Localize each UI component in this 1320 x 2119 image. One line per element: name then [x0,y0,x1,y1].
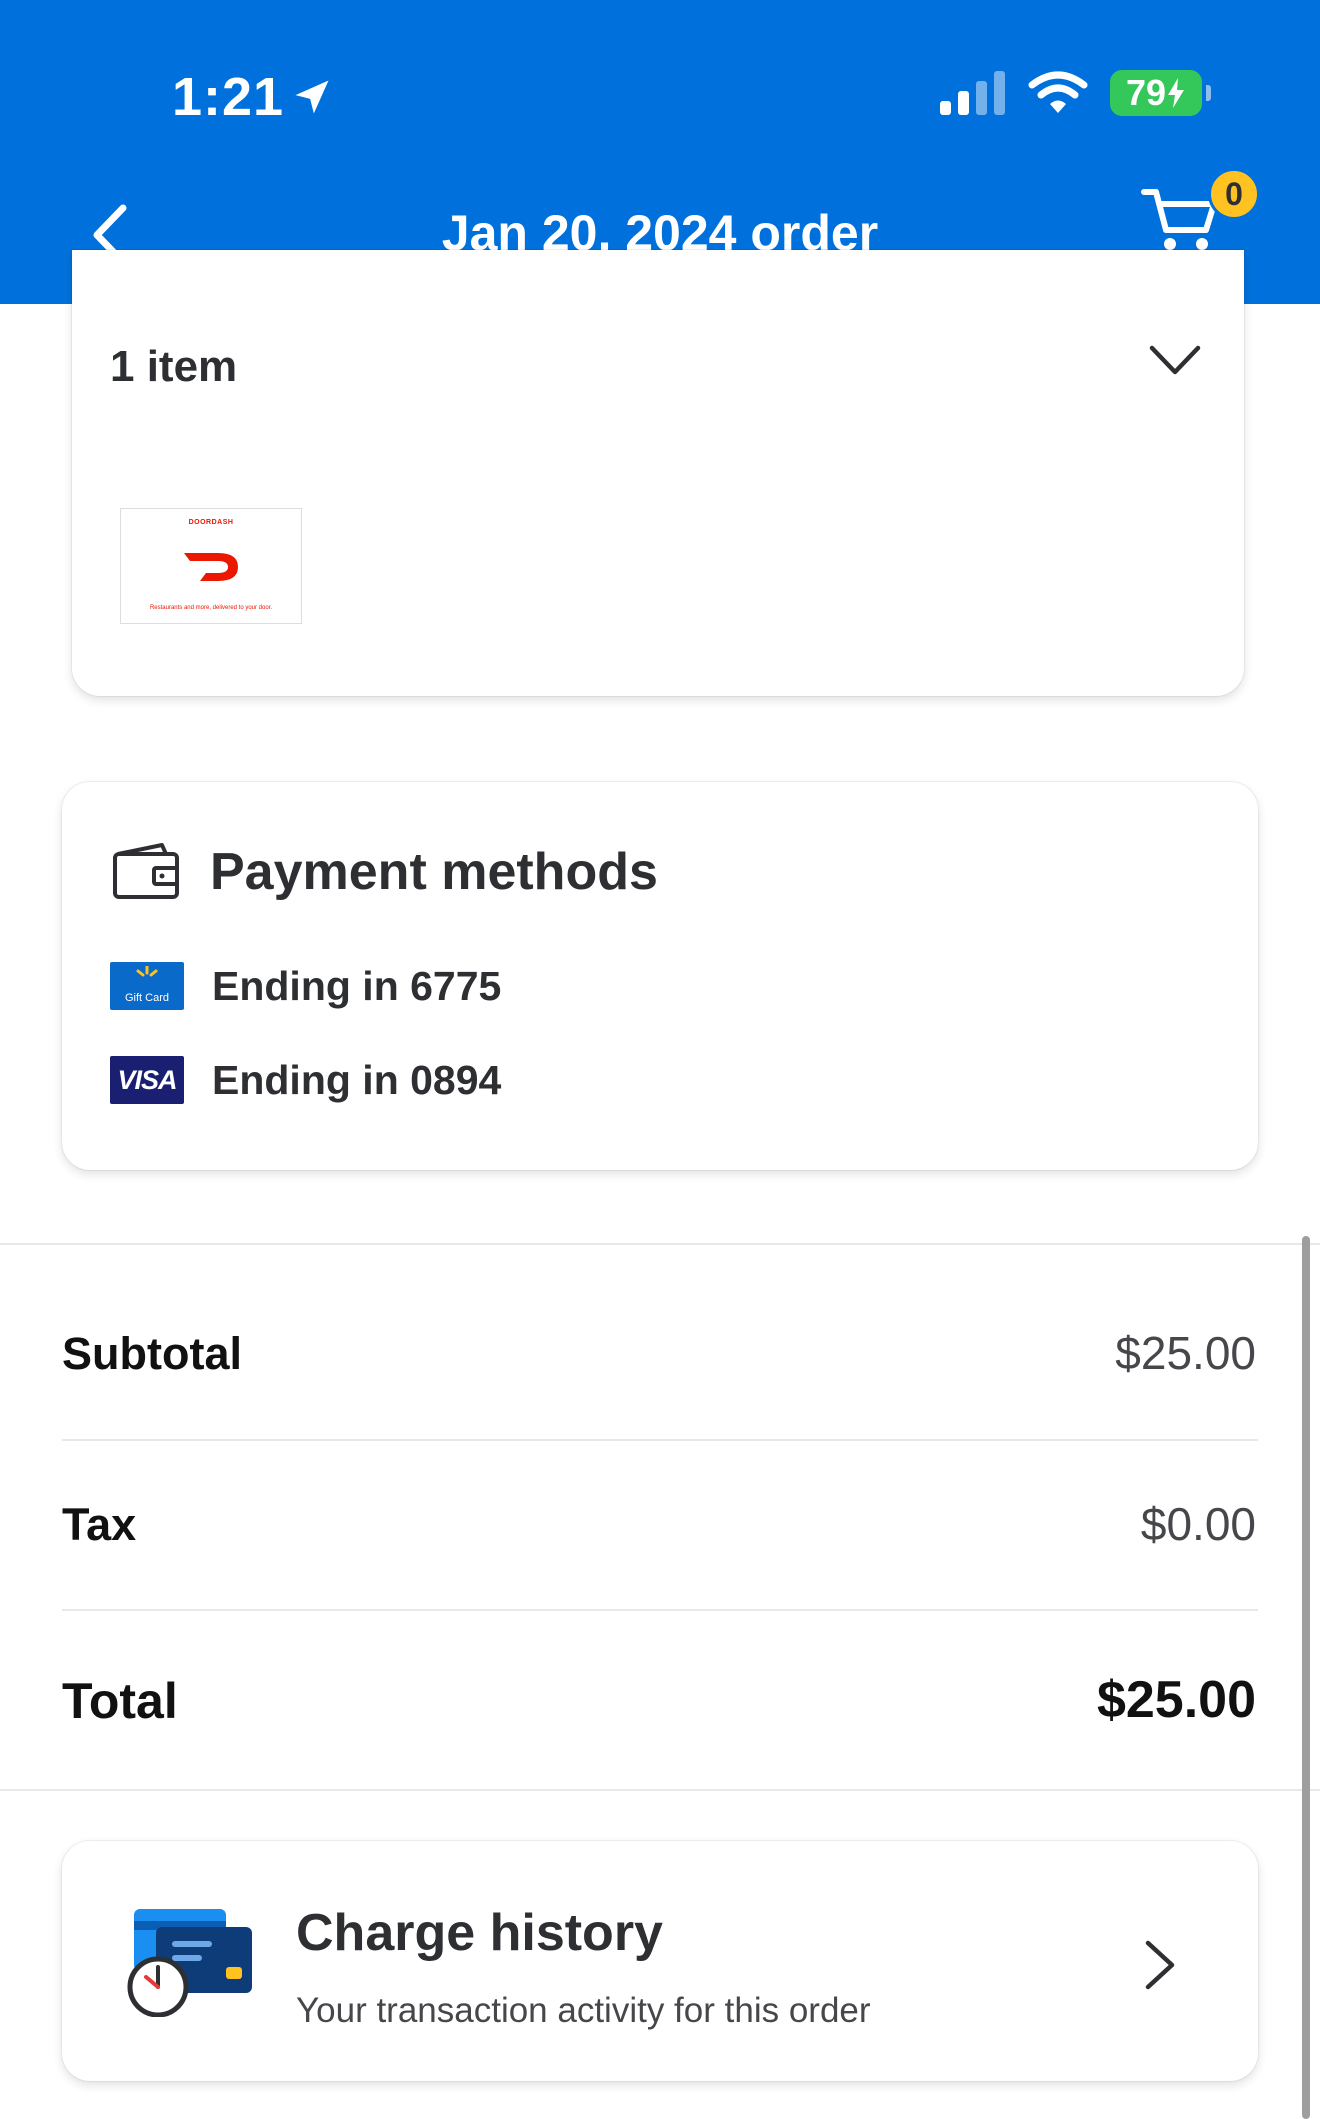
status-time-text: 1:21 [172,67,285,127]
row-divider [62,1439,1258,1441]
visa-icon: VISA [110,1056,184,1104]
item-thumbnail[interactable]: DOORDASH Restaurants and more, delivered… [120,508,302,624]
status-indicators: 79 [940,70,1211,116]
payment-methods-title: Payment methods [210,843,658,901]
expand-items-button[interactable] [1148,342,1202,382]
tax-label: Tax [62,1499,137,1550]
total-value: $25.00 [1096,1671,1256,1729]
gift-card-icon: Gift Card [110,962,184,1010]
charge-history-card[interactable]: Charge history Your transaction activity… [62,1841,1258,2081]
items-count-label: 1 item [110,342,238,391]
payment-method-row: VISA Ending in 0894 [110,1056,501,1104]
section-divider [0,1243,1320,1245]
row-divider [62,1609,1258,1611]
charge-history-subtitle: Your transaction activity for this order [296,1991,871,2030]
items-card: 1 item DOORDASH Restaurants and more, de… [72,250,1244,696]
chevron-down-icon [1149,345,1201,375]
section-divider [0,1789,1320,1791]
charge-history-icon [127,1909,252,2017]
payment-method-row: Gift Card Ending in 6775 [110,962,501,1010]
walmart-spark-icon [136,966,158,977]
location-arrow-icon [295,80,329,114]
total-label: Total [62,1673,178,1729]
wifi-icon [1028,71,1088,113]
thumbnail-brand: DOORDASH [188,519,234,526]
wallet-icon [113,843,179,899]
cellular-signal-icon [940,71,1005,115]
battery-level: 79 [1125,72,1167,113]
doordash-logo-icon [184,553,238,581]
chevron-right-icon [1145,1940,1175,1990]
charging-bolt-icon [1168,78,1185,108]
thumbnail-tagline: Restaurants and more, delivered to your … [149,605,273,611]
scrollbar[interactable] [1302,1236,1310,2119]
subtotal-value: $25.00 [1115,1327,1256,1379]
payment-method-label: Ending in 6775 [212,962,502,1009]
gift-card-badge-text: Gift Card [124,992,169,1004]
visa-badge-text: VISA [117,1064,177,1095]
subtotal-label: Subtotal [62,1328,242,1379]
battery-indicator: 79 [1110,70,1211,116]
tax-value: $0.00 [1140,1498,1256,1550]
status-time: 1:21 [172,66,334,128]
payment-method-label: Ending in 0894 [212,1056,502,1103]
payment-methods-card: Payment methods Gift Card Ending in 6775… [62,782,1258,1170]
charge-history-title: Charge history [296,1904,663,1962]
cart-count-badge: 0 [1208,168,1260,220]
